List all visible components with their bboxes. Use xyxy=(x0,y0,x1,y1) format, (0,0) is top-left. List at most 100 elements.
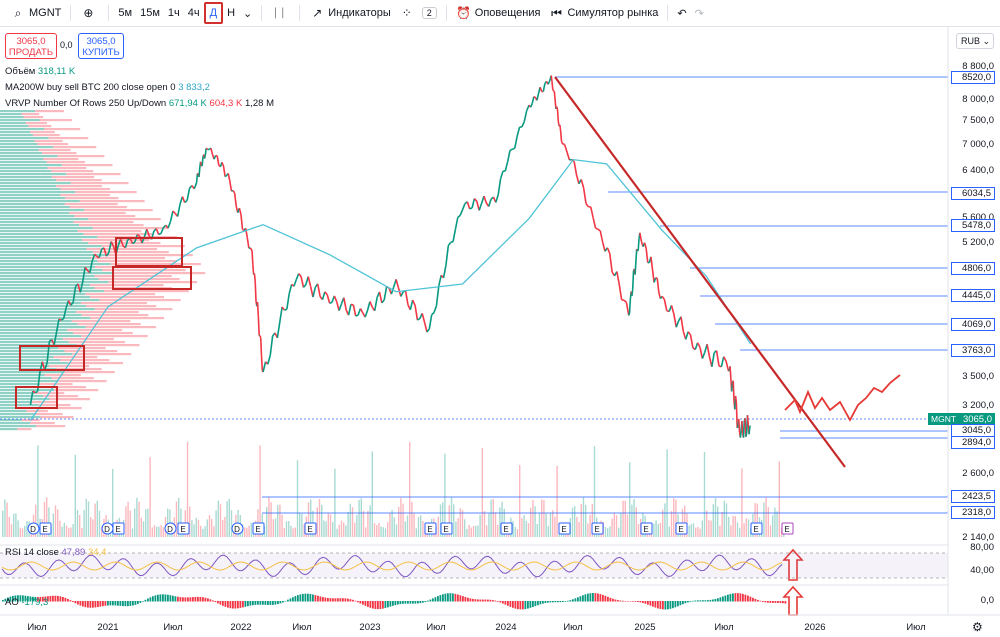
price-segment xyxy=(117,238,122,246)
price-segment xyxy=(653,277,657,283)
volume-bar xyxy=(433,518,435,537)
volume-bar xyxy=(43,501,46,537)
profile-bar-up xyxy=(0,311,77,314)
ao-bar xyxy=(552,601,554,603)
price-segment xyxy=(211,154,215,160)
volume-bar xyxy=(395,524,398,537)
zone-box xyxy=(112,266,192,290)
price-segment xyxy=(206,148,209,151)
level-label[interactable]: 5478,0 xyxy=(951,219,995,232)
ao-bar xyxy=(682,601,684,605)
compare-symbol-button[interactable]: ⊕ xyxy=(76,2,103,24)
price-segment xyxy=(706,344,711,357)
interval-1h[interactable]: 1ч xyxy=(164,2,184,24)
ao-bar xyxy=(449,593,452,602)
currency-selector[interactable]: RUB ⌄ xyxy=(956,33,994,49)
interval-4h[interactable]: 4ч xyxy=(184,2,204,24)
volume-bar xyxy=(288,521,290,537)
price-segment xyxy=(284,308,288,311)
volume-bar xyxy=(549,512,552,537)
price-segment xyxy=(98,248,103,258)
indicators-button[interactable]: ↗ Индикаторы xyxy=(305,2,395,24)
ao-bar xyxy=(469,598,472,602)
gear-icon[interactable]: ⚙ xyxy=(972,620,983,634)
ao-bar xyxy=(714,598,717,602)
divider xyxy=(299,5,301,21)
buy-button[interactable]: 3065,0 КУПИТЬ xyxy=(78,33,124,59)
volume-bar xyxy=(406,515,409,537)
volume-bar xyxy=(609,526,611,537)
level-label[interactable]: 3763,0 xyxy=(951,344,995,357)
price-segment xyxy=(555,106,559,110)
rsi-legend[interactable]: RSI 14 close 47,89 34,4 xyxy=(5,547,106,558)
chart-type-button[interactable]: ᛁᛁ xyxy=(267,2,294,24)
profile-bar-down xyxy=(89,284,164,287)
ao-bar xyxy=(684,601,687,604)
interval-week[interactable]: Н xyxy=(223,2,239,24)
price-segment xyxy=(554,100,557,109)
symbol-search[interactable]: ⌕ MGNT xyxy=(6,2,65,24)
alerts-button[interactable]: ⏰ Оповещения xyxy=(452,2,545,24)
price-segment xyxy=(461,203,466,210)
price-segment xyxy=(739,430,742,438)
volume-bar xyxy=(233,528,235,537)
ao-bar xyxy=(287,599,289,602)
volume-bar xyxy=(136,497,138,537)
level-label[interactable]: 2894,0 xyxy=(951,436,995,449)
redo-button[interactable]: ↷ xyxy=(691,2,708,24)
price-segment xyxy=(476,201,480,211)
alarm-clock-icon: ⏰ xyxy=(456,6,472,20)
volume-bar xyxy=(730,525,732,537)
price-segment xyxy=(469,207,473,210)
price-segment xyxy=(221,161,225,167)
ao-bar xyxy=(132,601,134,606)
level-label[interactable]: 2423,5 xyxy=(951,490,995,503)
event-marker xyxy=(750,522,763,535)
volume-bar xyxy=(756,503,758,537)
price-segment xyxy=(440,274,445,279)
ao-bar xyxy=(594,593,597,602)
interval-dropdown[interactable]: ⌄ xyxy=(239,2,256,24)
price-chart[interactable]: DEDEDEDEEEEEEEEEEE xyxy=(0,0,1000,637)
ma-legend[interactable]: MA200W buy sell BTC 200 close open 0 3 8… xyxy=(5,82,210,93)
price-segment xyxy=(67,300,72,306)
price-segment xyxy=(630,291,633,297)
layouts-button[interactable]: ⁘ 2 xyxy=(395,2,441,24)
level-label[interactable]: 4069,0 xyxy=(951,318,995,331)
volume-bar xyxy=(332,522,334,537)
level-label[interactable]: 4445,0 xyxy=(951,289,995,302)
ao-bar xyxy=(462,596,464,602)
price-segment xyxy=(246,237,250,249)
price-segment xyxy=(256,302,260,317)
level-label[interactable]: 6034,5 xyxy=(951,187,995,200)
level-label[interactable]: 8520,0 xyxy=(951,71,995,84)
ao-legend[interactable]: AO -179,3 xyxy=(5,597,48,608)
undo-button[interactable]: ↶ xyxy=(673,2,690,24)
level-label[interactable]: 2318,0 xyxy=(951,506,995,519)
interval-15m[interactable]: 15м xyxy=(136,2,164,24)
ao-bar xyxy=(279,601,282,604)
volume-bar xyxy=(96,500,98,537)
interval-day[interactable]: Д xyxy=(203,2,224,24)
vrvp-legend[interactable]: VRVP Number Of Rows 250 Up/Down 671,94 K… xyxy=(5,98,274,109)
sell-button[interactable]: 3065,0 ПРОДАТЬ xyxy=(5,33,57,59)
profile-bar-down xyxy=(58,380,107,383)
volume-legend[interactable]: Объём 318,11 K xyxy=(5,66,75,77)
ao-bar xyxy=(99,601,102,607)
price-segment xyxy=(708,356,713,367)
ao-bar xyxy=(204,597,207,602)
interval-5m[interactable]: 5м xyxy=(114,2,136,24)
simulator-button[interactable]: ⏮ Симулятор рынка xyxy=(544,2,662,24)
price-segment xyxy=(240,214,244,230)
profile-bar-up xyxy=(0,305,86,308)
ao-bar xyxy=(579,596,582,602)
level-label[interactable]: 4806,0 xyxy=(951,262,995,275)
profile-bar-down xyxy=(102,269,186,272)
price-segment xyxy=(352,304,357,317)
profile-bar-down xyxy=(25,122,47,125)
price-segment xyxy=(585,203,590,208)
x-tick: Июл xyxy=(426,622,446,633)
volume-bar xyxy=(208,515,211,537)
volume-bar xyxy=(325,521,327,537)
price-segment xyxy=(407,304,412,311)
